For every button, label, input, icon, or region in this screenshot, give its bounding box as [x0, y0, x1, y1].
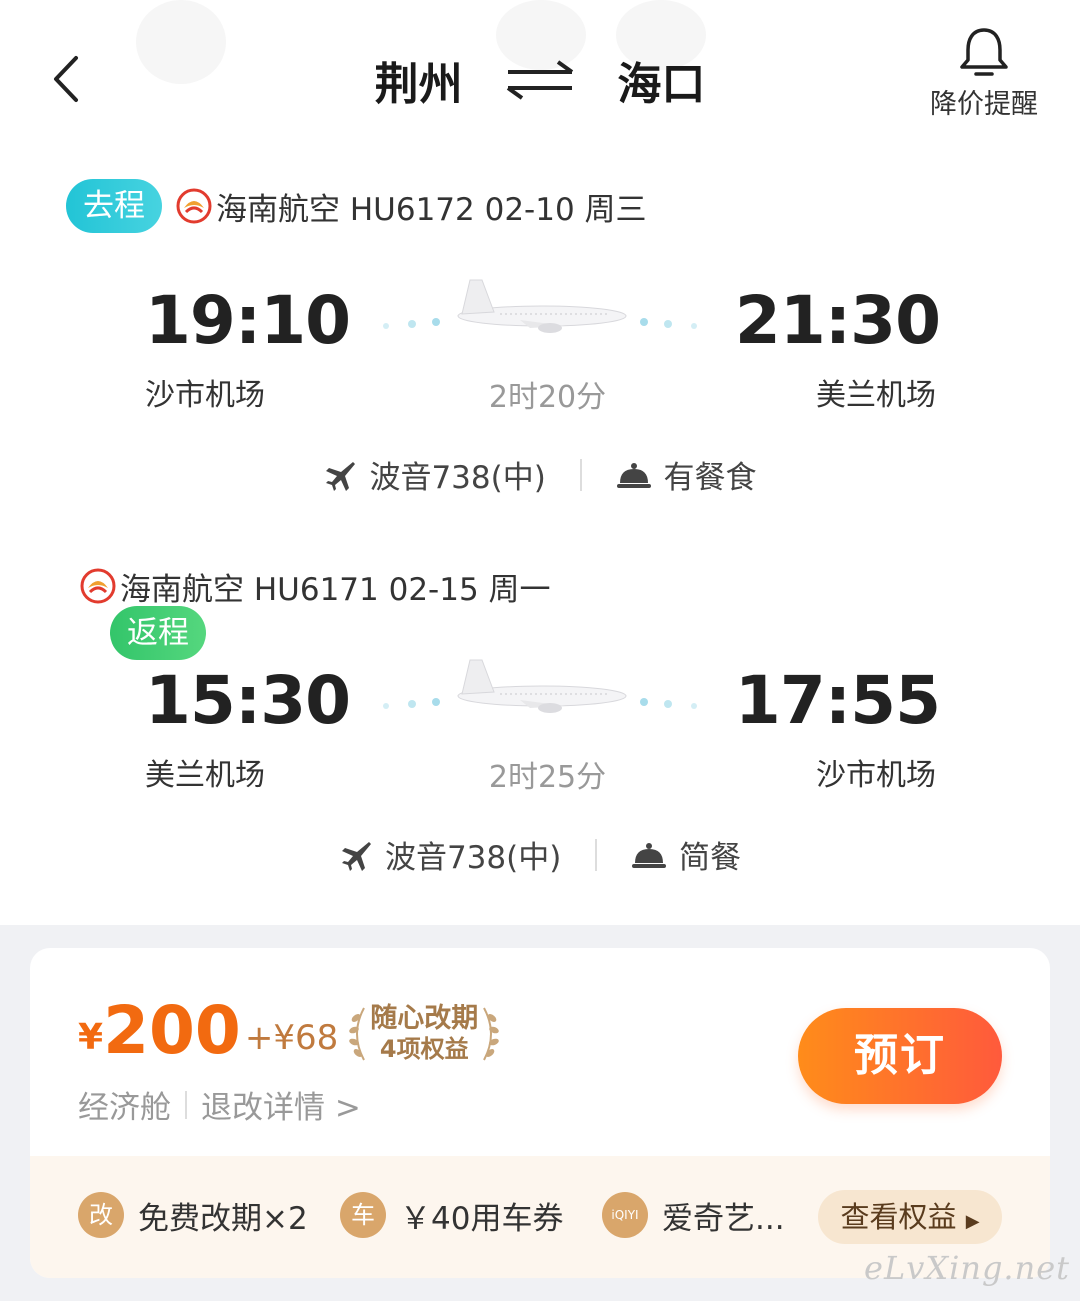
meal-info: 有餐食 [663, 460, 757, 496]
plane-icon [326, 461, 356, 491]
divider [185, 1090, 187, 1119]
meal-cloche-icon [616, 462, 651, 488]
cabin-class: 经济舱 [78, 1090, 171, 1126]
benefit-item: 车 ￥40用车券 [340, 1192, 563, 1238]
benefit-label: 免费改期×2 [138, 1200, 308, 1237]
car-icon: 车 [340, 1192, 386, 1238]
divider [595, 838, 598, 871]
benefit-item: 改 免费改期×2 [78, 1192, 308, 1238]
flex-change-badge[interactable]: 随心改期 4项权益 [346, 1004, 502, 1064]
departure-time: 19:10 [145, 282, 351, 359]
badge-subtitle: 4项权益 [379, 1035, 469, 1063]
price-alert-label: 降价提醒 [930, 89, 1038, 120]
flight-details: 波音738(中) 简餐 [0, 832, 1080, 877]
outbound-tag: 去程 [66, 179, 162, 233]
aircraft-type: 波音738(中) [384, 840, 562, 876]
outbound-flight[interactable]: 去程 海南航空 HU6172 02-10 周三 19:10 21:30 沙市机场… [0, 172, 1080, 542]
laurel-right-icon [483, 1007, 500, 1061]
view-benefits-label: 查看权益 [840, 1200, 957, 1234]
divider [579, 458, 582, 491]
hainan-airlines-logo-icon [80, 568, 116, 604]
change-icon: 改 [78, 1192, 124, 1238]
iqiyi-icon: iQIYI [602, 1192, 648, 1238]
price-value: 200 [103, 992, 241, 1069]
caret-right-icon: ▶ [965, 1211, 980, 1232]
benefit-item: iQIYI 爱奇艺... [602, 1192, 785, 1238]
refund-change-rules-link[interactable]: 退改详情 > [201, 1082, 361, 1127]
laurel-left-icon [349, 1007, 366, 1061]
flight-duration: 2时20分 [488, 380, 607, 415]
arrival-time: 17:55 [734, 662, 941, 739]
addon-price: +¥68 [244, 1018, 339, 1058]
aircraft-type: 波音738(中) [369, 460, 546, 496]
flight-header: 去程 海南航空 HU6172 02-10 周三 [66, 178, 647, 234]
swap-icon[interactable] [504, 58, 576, 102]
hainan-airlines-logo-icon [176, 188, 212, 224]
airplane-icon [370, 652, 710, 732]
arrival-time: 21:30 [734, 282, 941, 359]
cabin-row: 经济舱 退改详情 > [78, 1082, 361, 1127]
currency-symbol: ¥ [78, 1017, 104, 1058]
flight-details: 波音738(中) 有餐食 [0, 452, 1080, 497]
benefit-label: ￥40用车券 [400, 1200, 564, 1237]
destination-city: 海口 [617, 59, 706, 110]
book-button[interactable]: 预订 [798, 1008, 1002, 1104]
flight-header: 返程 海南航空 HU6171 02-15 周一 [66, 558, 551, 660]
return-flight[interactable]: 返程 海南航空 HU6171 02-15 周一 15:30 17:55 美兰机场… [0, 552, 1080, 922]
flight-duration: 2时25分 [488, 760, 607, 795]
bell-icon [960, 28, 1008, 76]
airline-info: 海南航空 HU6172 02-10 周三 [216, 191, 647, 228]
return-tag: 返程 [110, 606, 206, 660]
airplane-icon [370, 272, 710, 352]
meal-info: 简餐 [679, 840, 742, 876]
fare-card[interactable]: ¥ 200 +¥68 随心改期 4项权益 经济舱 退改详情 > 预订 改 免费改… [30, 948, 1050, 1278]
departure-time: 15:30 [145, 662, 351, 739]
view-benefits-button[interactable]: 查看权益 ▶ [818, 1190, 1002, 1244]
badge-title: 随心改期 [370, 1003, 479, 1034]
price-row: ¥ 200 +¥68 随心改期 4项权益 [78, 984, 502, 1064]
price-alert-button[interactable]: 降价提醒 [924, 26, 1044, 121]
origin-city: 荆州 [374, 59, 463, 110]
benefit-label: 爱奇艺... [662, 1200, 785, 1237]
meal-cloche-icon [632, 842, 667, 868]
watermark: eLvXing.net [864, 1249, 1070, 1287]
plane-icon [341, 841, 371, 871]
airline-info: 海南航空 HU6171 02-15 周一 [120, 571, 551, 608]
route-title: 荆州 海口 [0, 48, 1080, 112]
header: 荆州 海口 降价提醒 [0, 0, 1080, 150]
